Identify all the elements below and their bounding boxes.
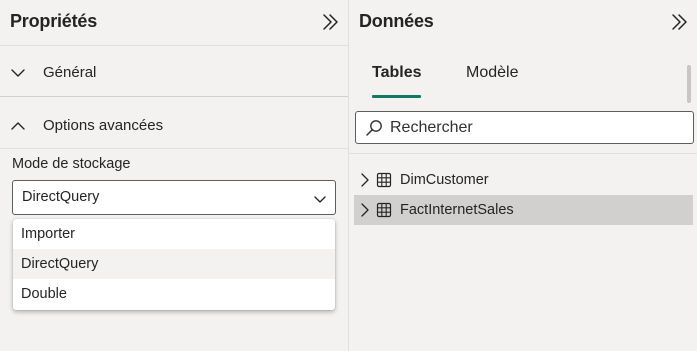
divider bbox=[0, 96, 348, 97]
storage-option-double[interactable]: Double bbox=[13, 279, 335, 309]
search-box[interactable] bbox=[355, 111, 694, 144]
option-label: DirectQuery bbox=[21, 256, 99, 272]
scrollbar[interactable] bbox=[687, 65, 691, 103]
collapse-properties-button[interactable] bbox=[321, 12, 341, 32]
data-title: Données bbox=[359, 11, 434, 31]
storage-mode-select[interactable]: DirectQuery bbox=[12, 180, 336, 215]
properties-pane: Propriétés Général Options avancées Mode… bbox=[0, 0, 348, 351]
storage-mode-value: DirectQuery bbox=[22, 189, 100, 205]
table-item-factinternetsales[interactable]: FactInternetSales bbox=[354, 195, 693, 225]
properties-title: Propriétés bbox=[10, 11, 98, 31]
section-advanced-label: Options avancées bbox=[43, 117, 164, 134]
tab-tables[interactable]: Tables bbox=[372, 64, 422, 82]
section-general-header[interactable]: Général bbox=[0, 51, 348, 95]
chevron-right-icon[interactable] bbox=[359, 203, 371, 217]
table-item-dimcustomer[interactable]: DimCustomer bbox=[354, 165, 693, 195]
chevron-down-icon bbox=[11, 69, 25, 77]
storage-mode-dropdown: Importer DirectQuery Double bbox=[13, 219, 335, 310]
chevron-right-icon[interactable] bbox=[359, 173, 371, 187]
section-general-label: Général bbox=[43, 64, 97, 81]
option-label: Importer bbox=[21, 226, 75, 242]
storage-mode-label: Mode de stockage bbox=[12, 156, 131, 172]
search-icon bbox=[366, 120, 382, 136]
tab-modele[interactable]: Modèle bbox=[466, 64, 518, 82]
data-pane: Données Tables Modèle DimCustomer bbox=[349, 0, 697, 351]
table-icon bbox=[376, 172, 392, 188]
chevron-down-icon bbox=[314, 196, 326, 203]
divider bbox=[0, 148, 348, 149]
chevron-up-icon bbox=[11, 122, 25, 130]
collapse-data-button[interactable] bbox=[670, 12, 690, 32]
divider bbox=[349, 153, 697, 154]
double-chevron-right-icon bbox=[672, 14, 687, 30]
option-label: Double bbox=[21, 286, 67, 302]
storage-option-directquery[interactable]: DirectQuery bbox=[13, 249, 335, 279]
section-advanced-header[interactable]: Options avancées bbox=[0, 104, 348, 148]
active-tab-indicator bbox=[372, 95, 421, 98]
table-icon bbox=[376, 202, 392, 218]
table-name: FactInternetSales bbox=[400, 202, 514, 218]
divider bbox=[0, 45, 348, 46]
table-name: DimCustomer bbox=[400, 172, 489, 188]
storage-option-importer[interactable]: Importer bbox=[13, 219, 335, 249]
double-chevron-right-icon bbox=[323, 14, 338, 30]
search-input[interactable] bbox=[390, 117, 680, 139]
